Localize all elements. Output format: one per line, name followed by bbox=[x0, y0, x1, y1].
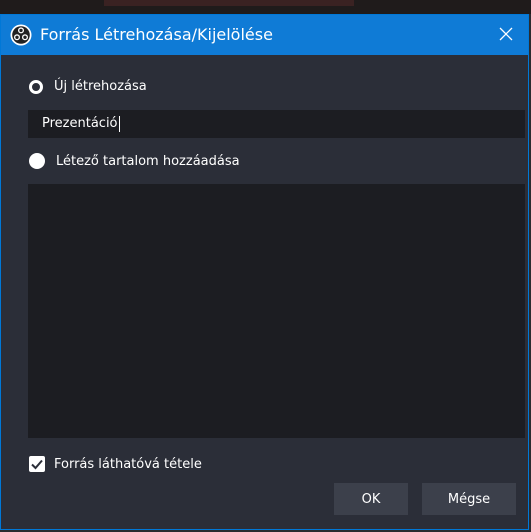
source-name-value: Prezentáció bbox=[42, 116, 118, 131]
background-window-content bbox=[104, 0, 354, 6]
add-existing-option[interactable]: Létező tartalom hozzáadása bbox=[29, 153, 240, 169]
text-caret bbox=[118, 115, 120, 132]
visibility-option[interactable]: Forrás láthatóvá tétele bbox=[29, 456, 202, 472]
visibility-label: Forrás láthatóvá tétele bbox=[54, 456, 202, 472]
dialog-content: Új létrehozása Prezentáció Létező tartal… bbox=[1, 55, 528, 529]
create-new-option[interactable]: Új létrehozása bbox=[29, 79, 147, 94]
dialog-title: Forrás Létrehozása/Kijelölése bbox=[40, 25, 273, 44]
existing-sources-list[interactable] bbox=[28, 184, 525, 438]
cancel-button[interactable]: Mégse bbox=[422, 483, 516, 515]
close-button[interactable] bbox=[484, 15, 528, 55]
checkmark-icon bbox=[31, 459, 43, 470]
ok-button[interactable]: OK bbox=[334, 483, 408, 515]
add-existing-label: Létező tartalom hozzáadása bbox=[56, 153, 240, 169]
add-existing-radio[interactable] bbox=[29, 153, 45, 169]
visibility-checkbox[interactable] bbox=[29, 456, 45, 472]
source-dialog: Forrás Létrehozása/Kijelölése Új létreho… bbox=[0, 14, 529, 530]
background-window-strip bbox=[0, 0, 531, 14]
create-new-label: Új létrehozása bbox=[54, 79, 147, 94]
title-bar[interactable]: Forrás Létrehozása/Kijelölése bbox=[1, 15, 528, 55]
close-icon bbox=[499, 26, 513, 45]
create-new-radio[interactable] bbox=[29, 79, 43, 94]
obs-logo-icon bbox=[10, 24, 32, 46]
source-name-input[interactable]: Prezentáció bbox=[28, 110, 525, 138]
